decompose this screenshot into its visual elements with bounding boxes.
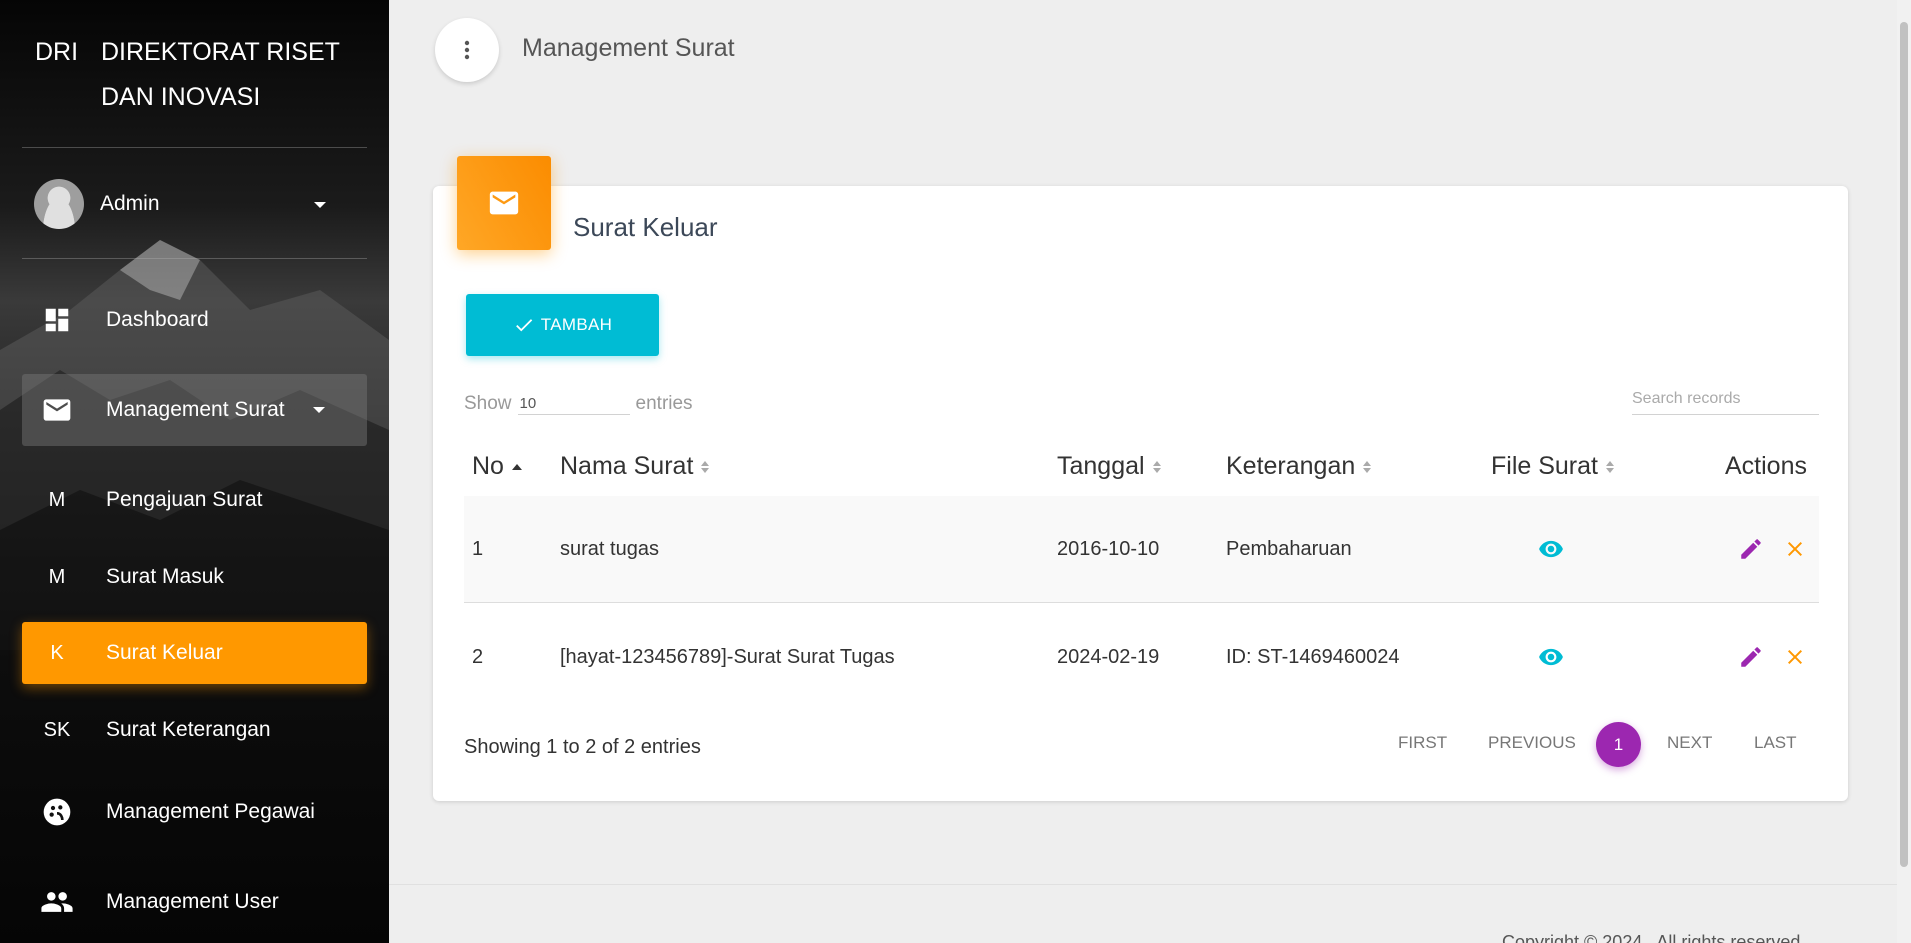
user-menu[interactable]: Admin bbox=[34, 178, 334, 230]
sidebar-item-label: Surat Masuk bbox=[106, 565, 224, 588]
sidebar-item-dashboard[interactable]: Dashboard bbox=[22, 284, 367, 356]
column-header-label: File Surat bbox=[1491, 452, 1598, 480]
sidebar-item-abbr: M bbox=[48, 565, 66, 588]
sort-icon bbox=[1363, 460, 1372, 473]
eye-icon[interactable] bbox=[1538, 644, 1564, 670]
column-header-keterangan[interactable]: Keterangan bbox=[1226, 452, 1372, 481]
sidebar-item-pengajuan-surat[interactable]: M Pengajuan Surat bbox=[22, 464, 367, 536]
edit-icon[interactable] bbox=[1738, 644, 1764, 670]
add-button[interactable]: TAMBAH bbox=[466, 294, 659, 356]
column-header-actions: Actions bbox=[1725, 452, 1807, 481]
face-icon bbox=[40, 795, 74, 829]
sidebar-item-label: Dashboard bbox=[106, 308, 209, 331]
page-length-control: Show 10 entries bbox=[464, 389, 693, 415]
table-row: 2 [hayat-123456789]-Surat Surat Tugas 20… bbox=[464, 604, 1819, 711]
column-header-label: Nama Surat bbox=[560, 452, 694, 480]
cell-tanggal: 2024-02-19 bbox=[1057, 646, 1160, 668]
card-title: Surat Keluar bbox=[573, 212, 718, 242]
sort-asc-icon bbox=[511, 463, 522, 470]
people-icon bbox=[40, 885, 74, 919]
show-label: Show bbox=[464, 393, 512, 414]
sidebar-item-management-user[interactable]: Management User bbox=[22, 866, 367, 938]
cell-no: 2 bbox=[472, 646, 484, 668]
column-header-tanggal[interactable]: Tanggal bbox=[1057, 452, 1161, 481]
cell-no: 1 bbox=[472, 538, 484, 560]
sidebar-item-label: Surat Keterangan bbox=[106, 718, 271, 741]
cell-nama-surat: surat tugas bbox=[560, 538, 659, 560]
column-header-file-surat[interactable]: File Surat bbox=[1491, 452, 1614, 481]
sidebar: DRI DIREKTORAT RISET DAN INOVASI Admin D… bbox=[0, 0, 389, 943]
check-icon bbox=[515, 319, 533, 332]
close-icon[interactable] bbox=[1783, 537, 1807, 561]
pagination-next[interactable]: NEXT bbox=[1667, 733, 1712, 753]
mail-icon bbox=[40, 393, 74, 427]
footer-divider bbox=[389, 884, 1897, 885]
user-name: Admin bbox=[100, 192, 160, 215]
edit-icon[interactable] bbox=[1738, 536, 1764, 562]
copyright: Copyright © 2024 , All rights reserved. bbox=[1502, 932, 1806, 943]
column-header-no[interactable]: No bbox=[472, 452, 522, 481]
brand[interactable]: DRI DIREKTORAT RISET DAN INOVASI bbox=[35, 30, 361, 120]
sidebar-item-abbr: M bbox=[48, 488, 66, 511]
sidebar-item-surat-keterangan[interactable]: SK Surat Keterangan bbox=[22, 694, 367, 766]
sidebar-item-abbr: SK bbox=[43, 718, 71, 741]
search-input[interactable]: Search records bbox=[1632, 390, 1819, 415]
sort-icon bbox=[701, 460, 710, 473]
page-title: Management Surat bbox=[522, 34, 735, 62]
column-header-label: Tanggal bbox=[1057, 452, 1145, 480]
cell-nama-surat: [hayat-123456789]-Surat Surat Tugas bbox=[560, 646, 895, 668]
sidebar-item-label: Management Pegawai bbox=[106, 800, 315, 823]
sidebar-item-management-pegawai[interactable]: Management Pegawai bbox=[22, 776, 367, 848]
more-menu-button[interactable] bbox=[435, 18, 499, 82]
sidebar-item-surat-masuk[interactable]: M Surat Masuk bbox=[22, 541, 367, 613]
close-icon[interactable] bbox=[1783, 645, 1807, 669]
column-header-label: No bbox=[472, 452, 504, 480]
pagination-last[interactable]: LAST bbox=[1754, 733, 1797, 753]
sidebar-item-label: Surat Keluar bbox=[106, 641, 223, 664]
column-header-label: Keterangan bbox=[1226, 452, 1356, 480]
sort-icon bbox=[1605, 460, 1614, 473]
brand-mini: DRI bbox=[35, 38, 79, 66]
dashboard-icon bbox=[40, 303, 74, 337]
scrollbar-thumb[interactable] bbox=[1900, 22, 1908, 867]
column-header-label: Actions bbox=[1725, 452, 1807, 480]
divider bbox=[22, 147, 367, 148]
pagination-page-1[interactable]: 1 bbox=[1596, 722, 1641, 767]
chevron-down-icon bbox=[313, 407, 325, 413]
sidebar-item-label: Management Surat bbox=[106, 398, 285, 421]
divider bbox=[22, 258, 367, 259]
add-button-label: TAMBAH bbox=[540, 315, 613, 334]
cell-keterangan: ID: ST-1469460024 bbox=[1226, 646, 1400, 668]
mail-icon bbox=[457, 156, 551, 250]
table-info: Showing 1 to 2 of 2 entries bbox=[464, 736, 701, 758]
more-vert-icon bbox=[464, 40, 470, 60]
sidebar-item-label: Management User bbox=[106, 890, 279, 913]
column-header-nama-surat[interactable]: Nama Surat bbox=[560, 452, 710, 481]
cell-keterangan: Pembaharuan bbox=[1226, 538, 1352, 560]
page-length-select[interactable]: 10 bbox=[517, 389, 630, 415]
avatar bbox=[34, 179, 84, 229]
entries-label: entries bbox=[635, 393, 693, 414]
sidebar-item-surat-keluar[interactable]: K Surat Keluar bbox=[22, 622, 367, 684]
table-row: 1 surat tugas 2016-10-10 Pembaharuan bbox=[464, 496, 1819, 603]
sidebar-item-abbr: K bbox=[50, 641, 64, 664]
pagination-previous[interactable]: PREVIOUS bbox=[1488, 733, 1576, 753]
pagination-first[interactable]: FIRST bbox=[1398, 733, 1447, 753]
eye-icon[interactable] bbox=[1538, 536, 1564, 562]
brand-full: DIREKTORAT RISET DAN INOVASI bbox=[101, 38, 340, 111]
page-scrollbar[interactable] bbox=[1897, 0, 1911, 943]
sidebar-item-label: Pengajuan Surat bbox=[106, 488, 263, 511]
cell-tanggal: 2016-10-10 bbox=[1057, 538, 1160, 560]
sort-icon bbox=[1152, 460, 1161, 473]
chevron-down-icon[interactable] bbox=[314, 202, 326, 208]
